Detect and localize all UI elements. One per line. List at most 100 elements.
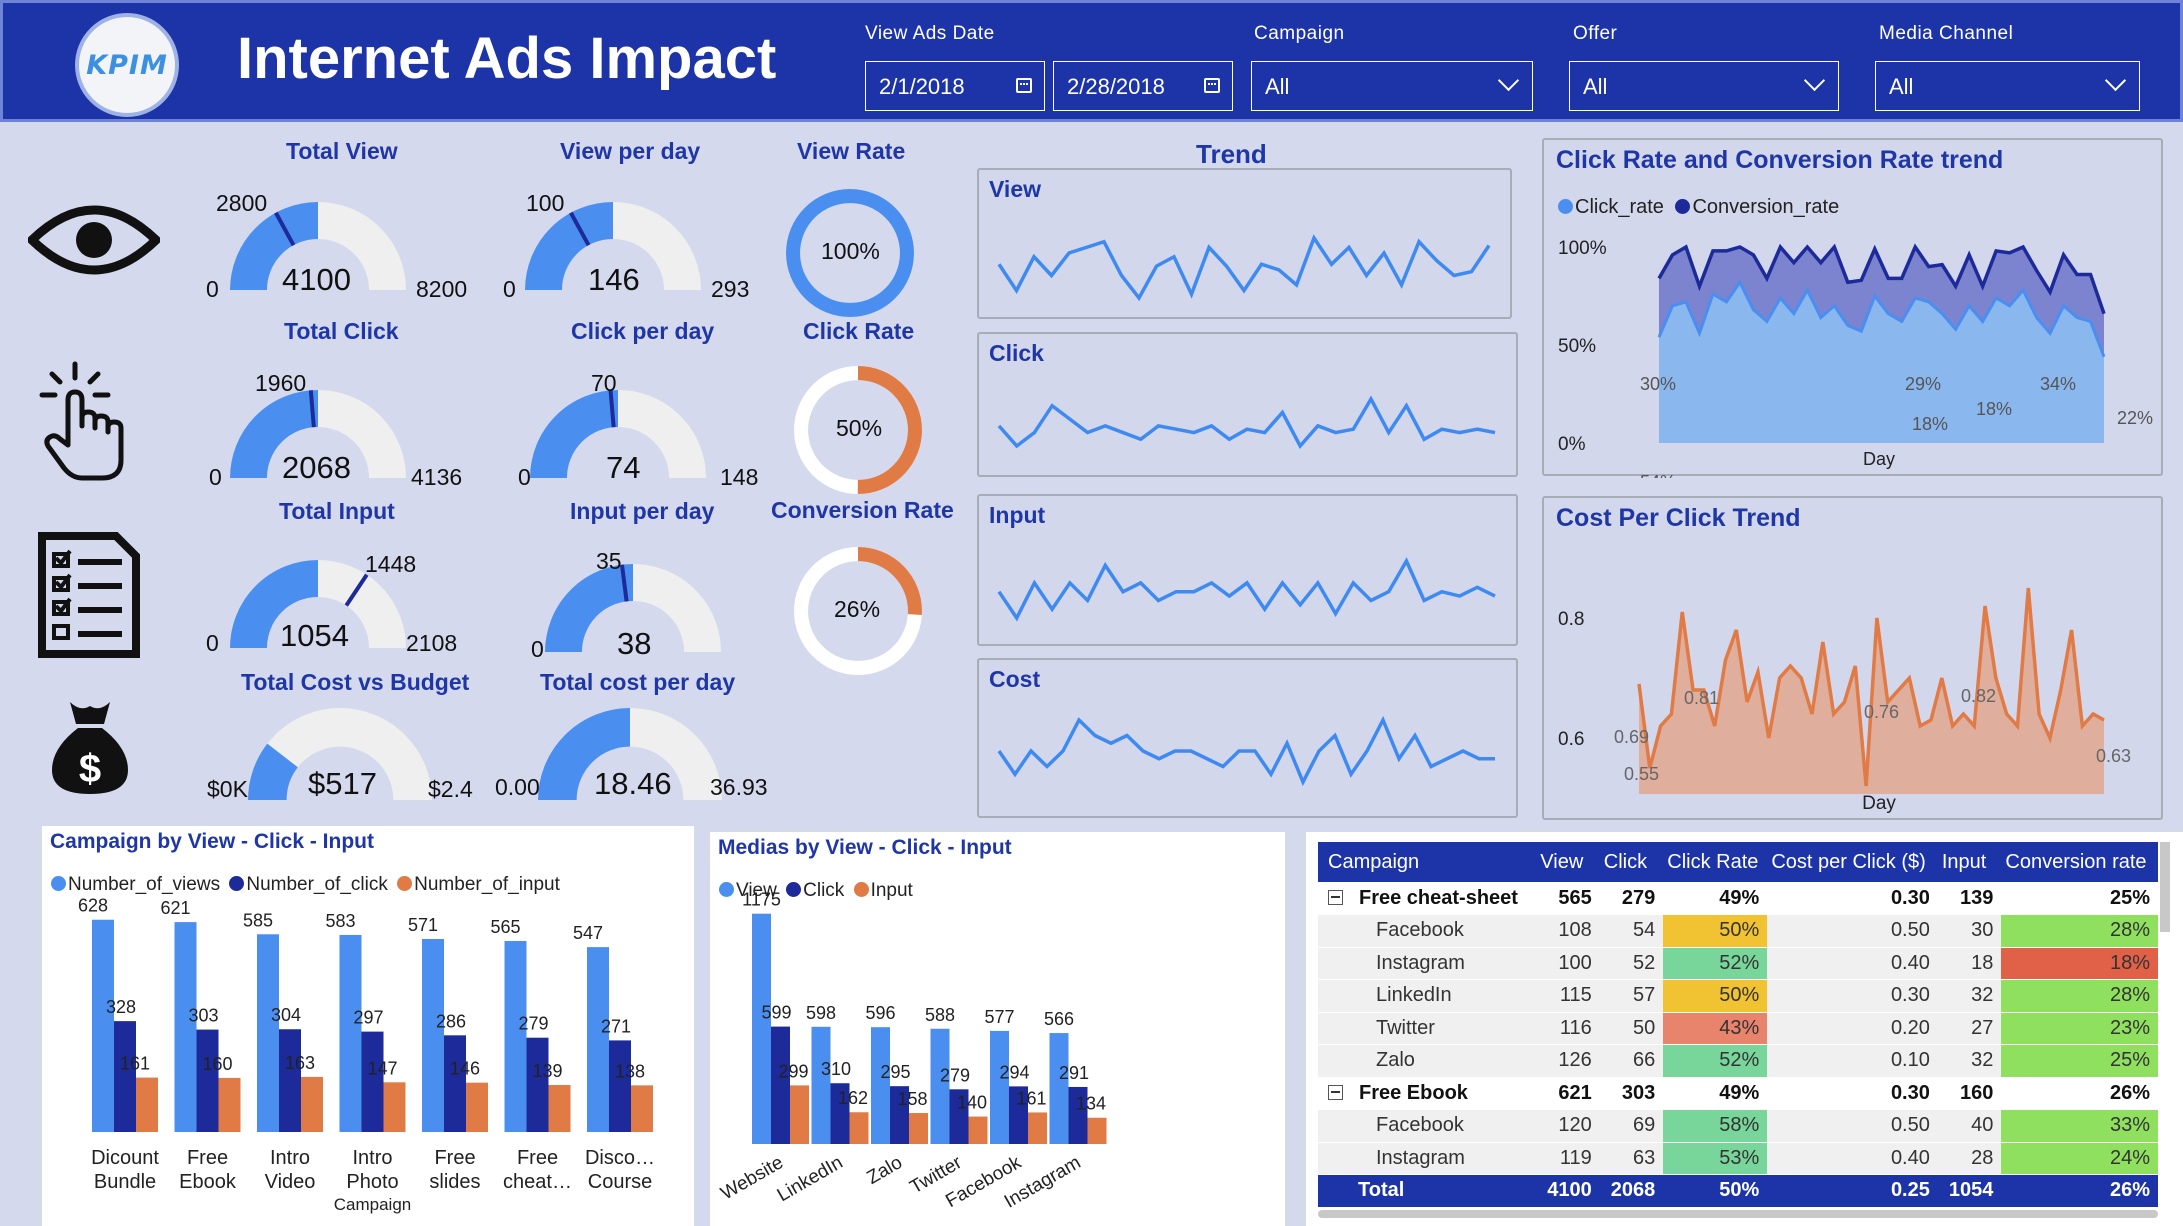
bar (909, 1113, 928, 1144)
column-header[interactable]: Cost per Click ($) (1767, 842, 1938, 882)
table-cell: 303 (1599, 1077, 1664, 1110)
click-rate-title: Click Rate (803, 318, 915, 344)
table-cell: Total (1318, 1174, 1537, 1208)
table-row[interactable]: Twitter 116 50 43% 0.20 27 23% (1318, 1012, 2158, 1045)
pointing-hand-icon (39, 361, 124, 481)
total-input-target: 1448 (365, 551, 417, 577)
bar-value-label: 585 (243, 910, 273, 930)
bar (196, 1029, 219, 1132)
table-h-scrollbar[interactable] (1318, 1210, 2158, 1218)
cpc-data-label: 0.81 (1684, 688, 1719, 708)
table-cell: LinkedIn (1318, 979, 1537, 1013)
bar (526, 1037, 549, 1132)
table-cell: 28 (1937, 1142, 2002, 1175)
conversion-rate-label: 18% (1976, 399, 2012, 419)
category-label: Ebook (179, 1171, 237, 1193)
bar-value-label: 294 (999, 1062, 1029, 1082)
bar-value-label: 588 (925, 1005, 955, 1025)
category-label: Intro (352, 1147, 392, 1169)
column-header[interactable]: Click Rate (1663, 842, 1768, 882)
table-cell: 0.20 (1767, 1012, 1938, 1045)
table-cell: 119 (1536, 1142, 1600, 1175)
table-row[interactable]: Free cheat-sheet 565 279 49% 0.30 139 25% (1318, 882, 2158, 915)
table-cell: 116 (1536, 1012, 1600, 1045)
column-header[interactable]: Click (1599, 842, 1664, 882)
chevron-down-icon (1497, 69, 1520, 92)
input-per-day-min: 0 (531, 636, 544, 662)
table-row[interactable]: Instagram 100 52 52% 0.40 18 18% (1318, 947, 2158, 980)
cost-per-day-min: 0.00 (495, 774, 540, 800)
media-channel-dropdown[interactable]: All (1875, 61, 2140, 111)
bar (466, 1082, 488, 1132)
bar-value-label: 134 (1076, 1094, 1106, 1114)
table-cell: 160 (1937, 1077, 2002, 1110)
column-header[interactable]: Conversion rate (2001, 842, 2158, 882)
column-header[interactable]: View (1536, 842, 1600, 882)
total-input-title: Total Input (279, 498, 395, 524)
total-view-target: 2800 (216, 190, 268, 216)
conversion-rate-label: 22% (2117, 408, 2153, 428)
offer-filter-label: Offer (1573, 23, 1618, 44)
total-cost-title: Total Cost vs Budget (241, 669, 470, 695)
table-cell: 32 (1937, 979, 2002, 1013)
media-filter-label: Media Channel (1879, 23, 2014, 44)
calendar-icon[interactable] (1016, 78, 1032, 93)
y-tick-label: 50% (1558, 336, 1596, 357)
bar-value-label: 158 (897, 1089, 927, 1109)
table-cell: 108 (1536, 914, 1600, 948)
view-per-day-max: 293 (711, 276, 750, 302)
bar (1087, 1117, 1107, 1144)
table-row[interactable]: Zalo 126 66 52% 0.10 32 25% (1318, 1044, 2158, 1078)
table-cell: 1054 (1937, 1174, 2002, 1208)
bar-value-label: 291 (1059, 1063, 1089, 1083)
table-row[interactable]: Instagram 119 63 53% 0.40 28 24% (1318, 1142, 2158, 1175)
table-header-row: Campaign View Click Click Rate Cost per Clic… (1318, 842, 2158, 882)
click-per-day-max: 148 (720, 464, 759, 490)
column-header[interactable]: Input (1937, 842, 2002, 882)
input-per-day-target: 35 (596, 548, 622, 574)
offer-dropdown[interactable]: All (1569, 61, 1839, 111)
click-rate-label: 54% (1640, 472, 1676, 478)
table-row[interactable]: Free Ebook 621 303 49% 0.30 160 26% (1318, 1077, 2158, 1110)
table-scrollbar[interactable] (2160, 842, 2170, 932)
column-header[interactable]: Campaign (1318, 842, 1537, 882)
input-per-day-value: 38 (617, 626, 652, 661)
bar (811, 1026, 831, 1144)
bar-value-label: 547 (573, 923, 603, 943)
click-rate-label: 59% (1732, 476, 1768, 478)
calendar-icon[interactable] (1204, 78, 1220, 93)
y-tick-label: 0% (1558, 434, 1586, 455)
bar-value-label: 303 (188, 1006, 218, 1026)
table-cell: 0.30 (1767, 1077, 1938, 1110)
date-start-input[interactable]: 2/1/2018 (865, 61, 1045, 111)
bar (609, 1040, 631, 1132)
click-rate-label: 38% (1964, 476, 2000, 478)
bar-value-label: 286 (436, 1011, 466, 1031)
table-cell: 57 (1599, 979, 1664, 1013)
kpim-logo: KPIM (75, 13, 179, 117)
collapse-icon[interactable] (1328, 1084, 1343, 1100)
bar (114, 1021, 136, 1132)
table-cell: 0.40 (1767, 947, 1938, 980)
table-row[interactable]: Facebook 120 69 58% 0.50 40 33% (1318, 1109, 2158, 1143)
total-click-target: 1960 (255, 370, 307, 396)
total-input-max: 2108 (406, 630, 458, 656)
table-row[interactable]: Facebook 108 54 50% 0.50 30 28% (1318, 914, 2158, 948)
bar (339, 934, 362, 1132)
bar-value-label: 577 (984, 1007, 1014, 1027)
conversion-rate-label: 34% (2040, 374, 2076, 394)
table-cell: 50 (1599, 1012, 1664, 1045)
campaign-dropdown[interactable]: All (1251, 61, 1533, 111)
table-cell: 100 (1536, 947, 1600, 980)
table-cell: 120 (1536, 1109, 1600, 1143)
table-cell: 0.10 (1767, 1044, 1938, 1078)
table-cell: 139 (1937, 882, 2002, 915)
trend-line (997, 557, 1496, 622)
date-end-input[interactable]: 2/28/2018 (1053, 61, 1233, 111)
table-cell: 30 (1937, 914, 2002, 948)
total-click-title: Total Click (284, 318, 399, 344)
table-cell: 0.40 (1767, 1142, 1938, 1175)
table-row[interactable]: LinkedIn 115 57 50% 0.30 32 28% (1318, 979, 2158, 1013)
collapse-icon[interactable] (1328, 889, 1343, 905)
category-label: cheat… (503, 1171, 572, 1193)
